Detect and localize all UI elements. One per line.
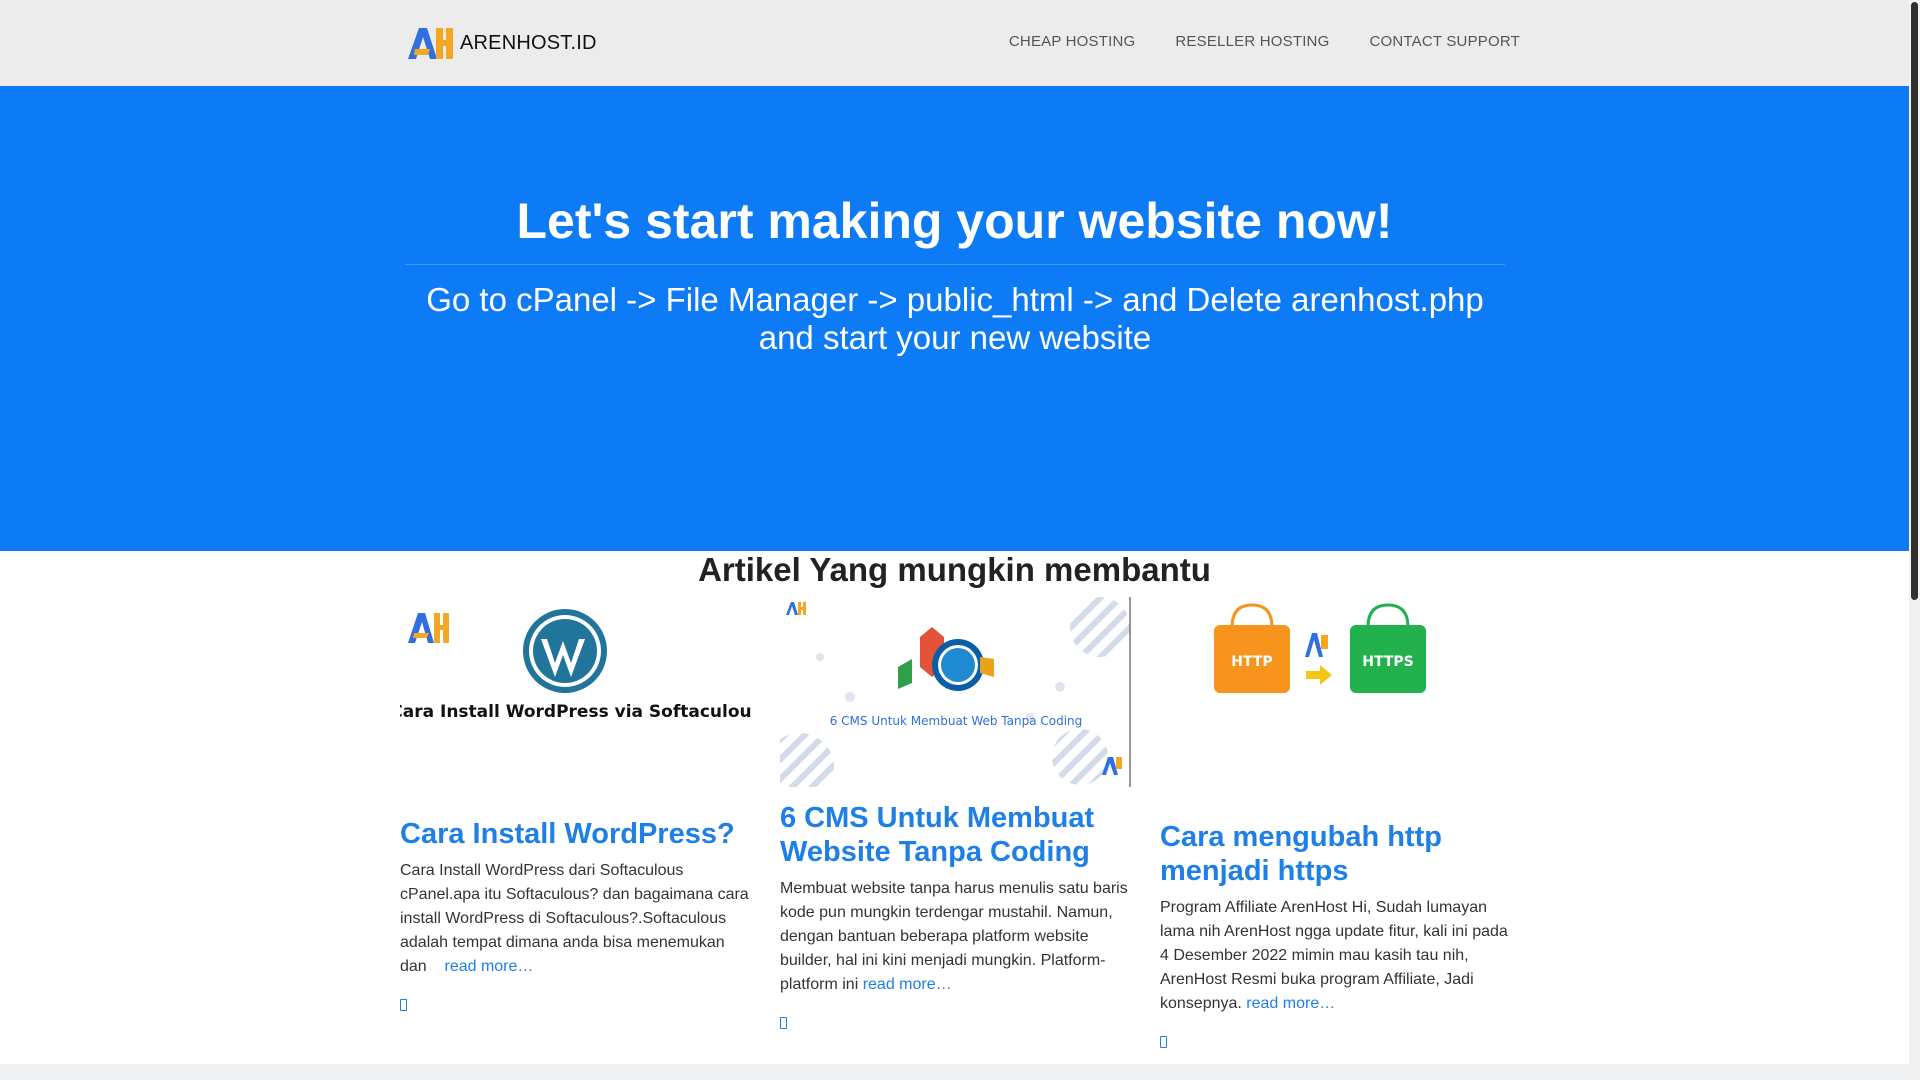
article-card-https: HTTP HTTPS Cara mengubah http menjadi ht… — [1160, 597, 1512, 1048]
hero-banner: Let's start making your website now! Go … — [0, 86, 1909, 551]
wordpress-logo-icon — [523, 609, 607, 693]
articles-heading: Artikel Yang mungkin membantu — [698, 551, 1211, 588]
https-thumbnail-image: HTTP HTTPS — [1160, 597, 1512, 787]
hero-subtitle: Go to cPanel -> File Manager -> public_h… — [426, 281, 1484, 356]
article-title[interactable]: Cara mengubah http menjadi https — [1160, 820, 1512, 888]
footer-strip — [0, 1064, 1909, 1080]
svg-text:HTTPS: HTTPS — [1362, 654, 1413, 670]
wordpress-thumbnail-image: Cara Install WordPress via Softaculous — [400, 597, 752, 787]
article-thumbnail[interactable]: HTTP HTTPS — [1160, 597, 1512, 787]
nav-cheap-hosting[interactable]: CHEAP HOSTING — [1009, 33, 1136, 50]
read-more-link[interactable]: read more… — [863, 976, 952, 993]
svg-text:HTTP: HTTP — [1231, 654, 1272, 670]
article-thumbnail[interactable]: 6 CMS Untuk Membuat Web Tanpa Coding — [780, 597, 1132, 787]
arenhost-logo-icon — [408, 28, 453, 59]
brand-name: ARENHOST.ID — [460, 31, 597, 54]
svg-text:Cara Install WordPress via Sof: Cara Install WordPress via Softaculous — [400, 702, 752, 722]
main-nav: CHEAP HOSTING RESELLER HOSTING CONTACT S… — [1009, 33, 1520, 50]
hero-title: Let's start making your website now! — [516, 193, 1393, 249]
nav-contact-support[interactable]: CONTACT SUPPORT — [1369, 33, 1520, 50]
comment-icon[interactable] — [1160, 1036, 1167, 1048]
article-excerpt: Membuat website tanpa harus menulis satu… — [780, 880, 1128, 993]
top-navbar: ARENHOST.ID CHEAP HOSTING RESELLER HOSTI… — [0, 0, 1909, 86]
comment-icon[interactable] — [400, 999, 407, 1011]
article-excerpt: Program Affiliate ArenHost Hi, Sudah lum… — [1160, 899, 1508, 1012]
article-thumbnail[interactable]: Cara Install WordPress via Softaculous — [400, 597, 752, 787]
svg-text:6 CMS Untuk Membuat Web Tanpa: 6 CMS Untuk Membuat Web Tanpa Coding — [830, 714, 1083, 728]
hero-divider — [405, 264, 1505, 265]
read-more-link[interactable]: read more… — [1246, 995, 1335, 1012]
article-excerpt: Cara Install WordPress dari Softaculous … — [400, 862, 749, 975]
article-title[interactable]: Cara Install WordPress? — [400, 817, 752, 851]
comment-icon[interactable] — [780, 1017, 787, 1029]
page: ARENHOST.ID CHEAP HOSTING RESELLER HOSTI… — [0, 0, 1909, 1080]
article-title[interactable]: 6 CMS Untuk Membuat Website Tanpa Coding — [780, 801, 1132, 869]
article-card-wordpress: Cara Install WordPress via Softaculous C… — [400, 597, 752, 1011]
brand-link[interactable]: ARENHOST.ID — [406, 25, 597, 61]
cms-thumbnail-image: 6 CMS Untuk Membuat Web Tanpa Coding — [780, 597, 1132, 787]
nav-reseller-hosting[interactable]: RESELLER HOSTING — [1175, 33, 1329, 50]
article-card-cms: 6 CMS Untuk Membuat Web Tanpa Coding 6 C… — [780, 597, 1132, 1029]
scrollbar-thumb[interactable] — [1911, 2, 1918, 600]
read-more-link[interactable]: read more… — [444, 958, 533, 975]
page-scrollbar[interactable] — [1909, 0, 1920, 1080]
